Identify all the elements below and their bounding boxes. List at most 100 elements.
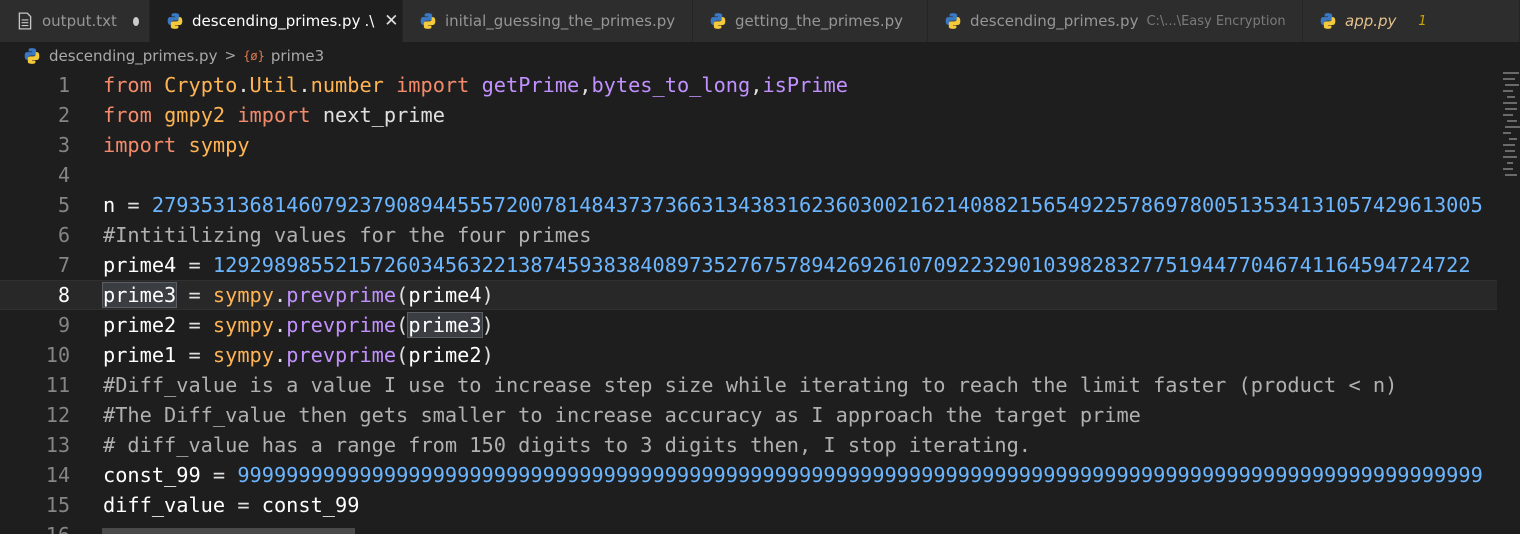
- code-token: prevprime: [286, 343, 397, 367]
- line-number: 5: [57, 193, 70, 217]
- code-token: prevprime: [286, 283, 397, 307]
- code-token: prime3: [101, 282, 178, 308]
- chevron-right-icon: >: [224, 48, 237, 64]
- code-token: n: [103, 193, 116, 217]
- tab-descending-primes-py[interactable]: descending_primes.py .\ ✕: [150, 0, 403, 42]
- tab-label: initial_guessing_the_primes.py: [445, 12, 676, 30]
- code-text: import sympy: [103, 130, 250, 160]
- tab-descending-primes-py[interactable]: descending_primes.py C:\...\Easy Encrypti…: [928, 0, 1303, 42]
- minimap-line: [1505, 174, 1517, 176]
- line-number: 10: [45, 343, 70, 367]
- line-number: 16: [0, 520, 70, 534]
- python-icon: [420, 13, 436, 29]
- minimap-line: [1509, 138, 1517, 140]
- code-line[interactable]: 14 const_99 = 999999999999999999999999999…: [0, 460, 1497, 490]
- code-token: prime2: [408, 343, 482, 367]
- code-text: #Intitilizing values for the four primes: [103, 220, 591, 250]
- code-token: next_prime: [322, 103, 445, 127]
- breadcrumb: descending_primes.py > {ø} prime3: [0, 42, 1520, 70]
- code-line[interactable]: 13 # diff_value has a range from 150 digi…: [0, 430, 1497, 460]
- code-text: prime4 = 1292989855215726034563221387459…: [103, 250, 1471, 280]
- code-line[interactable]: 10 prime1 = sympy.prevprime(prime2): [0, 340, 1497, 370]
- minimap-line: [1503, 72, 1519, 74]
- code-line[interactable]: 7 prime4 = 129298985521572603456322138745…: [0, 250, 1497, 280]
- minimap-line: [1505, 150, 1515, 152]
- line-number: 13: [45, 433, 70, 457]
- minimap-line: [1505, 108, 1517, 110]
- code-text: from Crypto.Util.number import getPrime,…: [103, 70, 848, 100]
- code-token: Util: [249, 73, 299, 97]
- code-token: (: [396, 313, 409, 337]
- code-line[interactable]: 9 prime2 = sympy.prevprime(prime3): [0, 310, 1497, 340]
- code-token: sympy: [188, 133, 250, 157]
- tab-description: C:\...\Easy Encryption: [1146, 13, 1286, 29]
- code-line[interactable]: 2 from gmpy2 import next_prime: [0, 100, 1497, 130]
- code-line[interactable]: 6 #Intitilizing values for the four prime…: [0, 220, 1497, 250]
- code-token: .: [273, 343, 287, 367]
- breadcrumb-file[interactable]: descending_primes.py: [49, 47, 217, 65]
- unsaved-dot-icon[interactable]: [132, 16, 139, 26]
- python-icon: [1320, 13, 1336, 29]
- code-token: gmpy2: [164, 103, 226, 127]
- code-text: from gmpy2 import next_prime: [103, 100, 445, 130]
- python-icon: [945, 13, 961, 29]
- breadcrumb-symbol[interactable]: prime3: [271, 47, 324, 65]
- code-token: 2793531368146079237908944555720078148437…: [151, 193, 1483, 217]
- code-text: n = 279353136814607923790894455572007814…: [103, 190, 1483, 220]
- code-line[interactable]: 12 #The Diff_value then gets smaller to i…: [0, 400, 1497, 430]
- code-token: number: [310, 73, 384, 97]
- line-number: 7: [57, 253, 70, 277]
- code-token: prime3: [407, 312, 483, 338]
- variable-symbol-icon: {ø}: [243, 49, 265, 63]
- code-token: =: [115, 193, 152, 217]
- line-number: 2: [57, 103, 70, 127]
- code-token: getPrime: [481, 73, 580, 97]
- code-token: 1292989855215726034563221387459383840897…: [212, 253, 1471, 277]
- code-token: =: [200, 463, 238, 487]
- code-token: ): [481, 313, 494, 337]
- tab-label: getting_the_primes.py: [735, 12, 904, 30]
- code-editor[interactable]: 1 from Crypto.Util.number import getPrime…: [0, 70, 1497, 534]
- code-line[interactable]: 15 diff_value = const_99: [0, 490, 1497, 520]
- code-line[interactable]: 3 import sympy: [0, 130, 1497, 160]
- minimap-line: [1503, 156, 1517, 158]
- code-token: const_99: [261, 493, 360, 517]
- minimap[interactable]: [1497, 70, 1520, 534]
- code-text: # diff_value has a range from 150 digits…: [103, 430, 1031, 460]
- close-icon[interactable]: ✕: [384, 11, 398, 31]
- minimap-line: [1503, 102, 1517, 104]
- code-token: bytes_to_long: [591, 73, 751, 97]
- code-token: prevprime: [286, 313, 397, 337]
- tab-initial-guessing-the-primes-py[interactable]: initial_guessing_the_primes.py: [403, 0, 693, 42]
- code-token: =: [225, 493, 262, 517]
- minimap-line: [1507, 162, 1513, 164]
- line-number: 1: [57, 73, 70, 97]
- minimap-line: [1503, 144, 1515, 146]
- code-token: Crypto: [164, 73, 238, 97]
- tab-getting-the-primes-py[interactable]: getting_the_primes.py: [693, 0, 928, 42]
- line-number: 4: [57, 163, 70, 187]
- code-token: isPrime: [762, 73, 848, 97]
- minimap-line: [1503, 114, 1513, 116]
- horizontal-scrollbar[interactable]: [102, 528, 355, 534]
- minimap-line: [1505, 84, 1519, 86]
- code-token: sympy: [212, 343, 274, 367]
- code-token: from: [103, 73, 165, 97]
- code-text: diff_value = const_99: [103, 490, 359, 520]
- code-text: prime2 = sympy.prevprime(prime3): [103, 310, 494, 340]
- tab-app-py[interactable]: app.py 1: [1303, 0, 1520, 42]
- minimap-line: [1503, 90, 1513, 92]
- tab-output-txt[interactable]: output.txt: [0, 0, 150, 42]
- code-line[interactable]: 8 prime3 = sympy.prevprime(prime4): [0, 280, 1497, 310]
- code-line[interactable]: 1 from Crypto.Util.number import getPrime…: [0, 70, 1497, 100]
- code-line[interactable]: 5 n = 27935313681460792379089445557200781…: [0, 190, 1497, 220]
- code-text: const_99 = 99999999999999999999999999999…: [103, 460, 1483, 490]
- python-icon: [167, 13, 183, 29]
- code-line[interactable]: 4: [0, 160, 1497, 190]
- code-token: ,: [750, 73, 763, 97]
- minimap-line: [1503, 132, 1511, 134]
- code-line[interactable]: 11 #Diff_value is a value I use to increa…: [0, 370, 1497, 400]
- line-number: 15: [45, 493, 70, 517]
- code-token: const_99: [103, 463, 201, 487]
- minimap-line: [1503, 78, 1515, 80]
